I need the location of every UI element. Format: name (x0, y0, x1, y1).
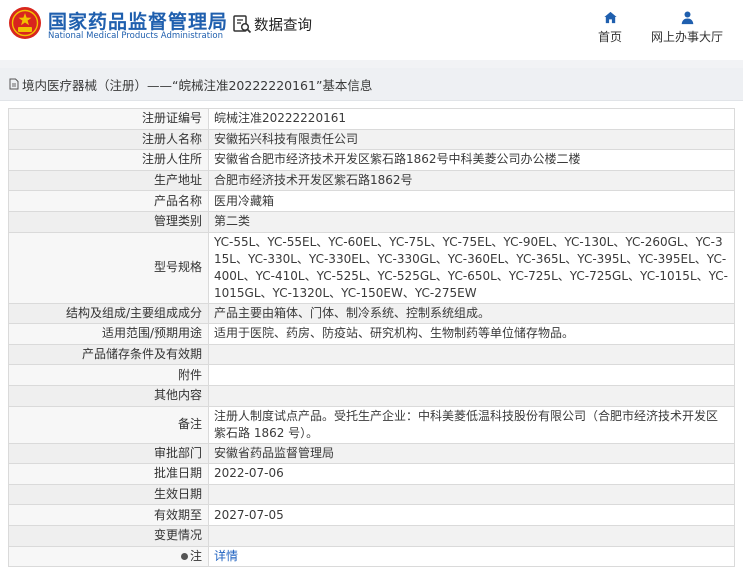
data-query-link[interactable]: 数据查询 (232, 13, 312, 35)
field-label: 批准日期 (8, 463, 209, 485)
field-label: 其他内容 (8, 384, 209, 407)
field-value: 注册人制度试点产品。受托生产企业：中科美菱低温科技股份有限公司（合肥市经济技术开… (208, 405, 735, 444)
user-icon (681, 11, 693, 25)
details-link[interactable]: 详情 (214, 549, 238, 563)
field-value (208, 524, 735, 547)
field-label: 管理类别 (8, 210, 209, 233)
table-row: 批准日期 2022-07-06 (8, 463, 735, 485)
table-row: 其他内容 (8, 384, 735, 407)
field-label: 生产地址 (8, 169, 209, 192)
note-label: 注 (189, 548, 202, 563)
table-row: 注册人名称 安徽拓兴科技有限责任公司 (8, 128, 735, 151)
bullet-icon (180, 552, 188, 560)
field-value: 安徽拓兴科技有限责任公司 (208, 128, 735, 151)
table-row: 产品名称 医用冷藏箱 (8, 190, 735, 212)
field-value: 安徽省合肥市经济技术开发区紫石路1862号中科美菱公司办公楼二楼 (208, 149, 735, 171)
note-value-cell: 详情 (208, 545, 735, 568)
nav-home[interactable]: 首页 (590, 10, 630, 45)
table-row: 管理类别 第二类 (8, 210, 735, 233)
field-value: 第二类 (208, 210, 735, 233)
field-label: 备注 (8, 405, 209, 444)
field-label: 附件 (8, 364, 209, 386)
nav-online-service[interactable]: 网上办事大厅 (646, 10, 728, 45)
table-row: 适用范围/预期用途 适用于医院、药房、防疫站、研究机构、生物制药等单位储存物品。 (8, 323, 735, 345)
field-label: 产品名称 (8, 190, 209, 212)
table-row: 生产地址 合肥市经济技术开发区紫石路1862号 (8, 169, 735, 192)
note-label-cell: 注 (8, 545, 209, 568)
table-row: 有效期至 2027-07-05 (8, 504, 735, 526)
header-divider (0, 60, 743, 68)
field-label: 注册人名称 (8, 128, 209, 151)
document-search-icon (233, 15, 252, 34)
data-query-label: 数据查询 (254, 17, 312, 34)
field-label: 变更情况 (8, 524, 209, 547)
table-row: 附件 (8, 364, 735, 386)
field-label: 适用范围/预期用途 (8, 323, 209, 345)
site-subtitle[interactable]: National Medical Products Administration (48, 31, 223, 41)
document-icon (9, 78, 19, 90)
table-row: 变更情况 (8, 524, 735, 547)
field-value: 合肥市经济技术开发区紫石路1862号 (208, 169, 735, 192)
site-header: 国家药品监督管理局 National Medical Products Admi… (0, 0, 743, 60)
field-label: 审批部门 (8, 442, 209, 465)
field-label: 注册证编号 (8, 108, 209, 130)
nav-online-service-label: 网上办事大厅 (650, 30, 723, 44)
field-value: 2027-07-05 (208, 504, 735, 526)
field-value: 安徽省药品监督管理局 (208, 442, 735, 465)
table-row: 生效日期 (8, 483, 735, 506)
field-label: 产品储存条件及有效期 (8, 343, 209, 366)
table-row: 结构及组成/主要组成成分 产品主要由箱体、门体、制冷系统、控制系统组成。 (8, 302, 735, 325)
field-value (208, 384, 735, 407)
field-label: 注册人住所 (8, 149, 209, 171)
nav-home-label: 首页 (597, 30, 622, 44)
page-title: 境内医疗器械（注册）——“皖械注准20222220161”基本信息 (22, 77, 373, 93)
table-row: 产品储存条件及有效期 (8, 343, 735, 366)
table-row: 注册证编号 皖械注准20222220161 (8, 108, 735, 130)
field-value: 皖械注准20222220161 (208, 108, 735, 130)
field-label: 结构及组成/主要组成成分 (8, 302, 209, 325)
home-icon (603, 11, 617, 24)
site-title[interactable]: 国家药品监督管理局 (48, 7, 228, 34)
table-row: 审批部门 安徽省药品监督管理局 (8, 442, 735, 465)
field-value: 医用冷藏箱 (208, 190, 735, 212)
field-label: 生效日期 (8, 483, 209, 506)
emblem-logo[interactable] (8, 6, 42, 40)
field-value: 产品主要由箱体、门体、制冷系统、控制系统组成。 (208, 302, 735, 325)
field-value: YC-55L、YC-55EL、YC-60EL、YC-75L、YC-75EL、YC… (208, 231, 735, 304)
field-value (208, 364, 735, 386)
table-row: 注册人住所 安徽省合肥市经济技术开发区紫石路1862号中科美菱公司办公楼二楼 (8, 149, 735, 171)
table-row: 型号规格 YC-55L、YC-55EL、YC-60EL、YC-75L、YC-75E… (8, 231, 735, 304)
field-label: 有效期至 (8, 504, 209, 526)
detail-table: 注册证编号 皖械注准20222220161 注册人名称 安徽拓兴科技有限责任公司 注册人… (8, 108, 735, 568)
field-value: 2022-07-06 (208, 463, 735, 485)
table-row: 备注 注册人制度试点产品。受托生产企业：中科美菱低温科技股份有限公司（合肥市经济技… (8, 405, 735, 444)
field-value (208, 483, 735, 506)
field-value (208, 343, 735, 366)
note-row: 注详情 (8, 545, 735, 568)
field-label: 型号规格 (8, 231, 209, 304)
breadcrumb: 境内医疗器械（注册）——“皖械注准20222220161”基本信息 (0, 68, 743, 101)
field-value: 适用于医院、药房、防疫站、研究机构、生物制药等单位储存物品。 (208, 323, 735, 345)
